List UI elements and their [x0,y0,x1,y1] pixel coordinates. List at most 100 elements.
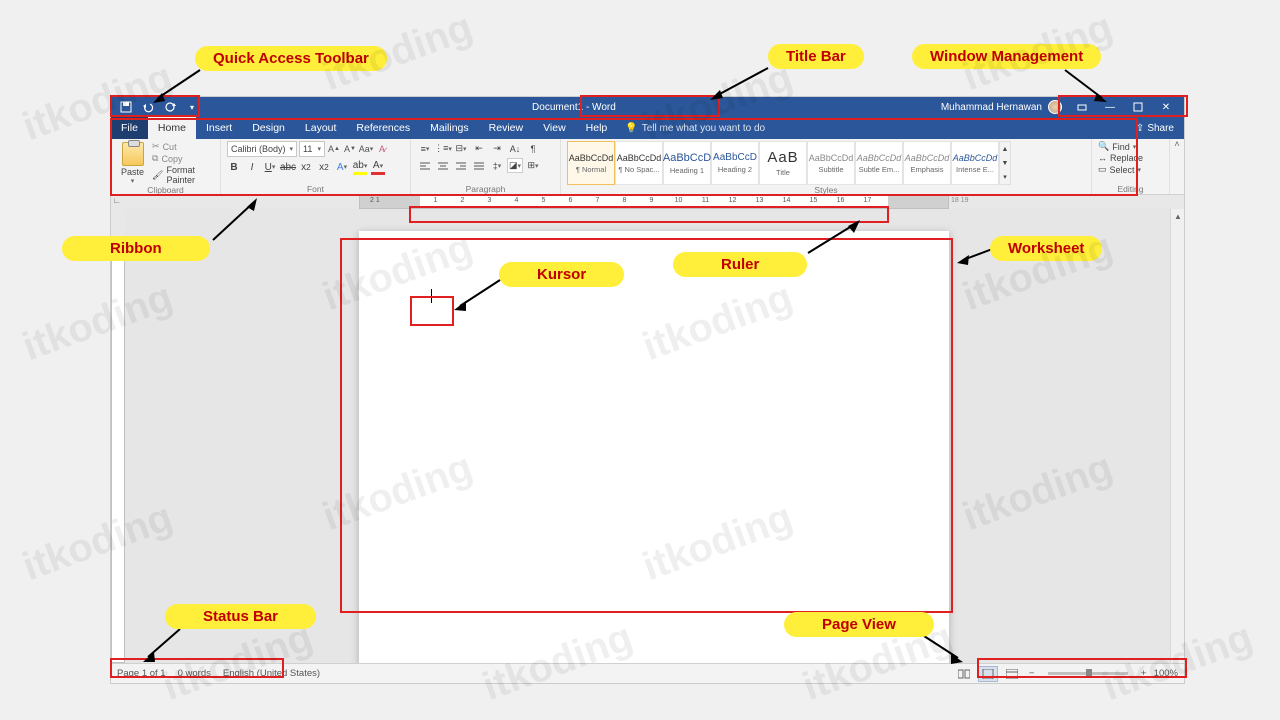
align-right-icon[interactable] [453,158,469,173]
bold-button[interactable]: B [227,159,241,175]
font-size-select[interactable]: 11▾ [299,141,325,157]
paste-button[interactable]: Paste ▾ [117,141,148,185]
line-spacing-icon[interactable]: ‡▾ [489,158,505,173]
copy-button[interactable]: ⧉Copy [152,153,214,164]
format-painter-button[interactable]: 🖌Format Painter [152,165,214,185]
redo-icon[interactable] [163,100,177,114]
underline-button[interactable]: U▾ [263,159,277,175]
maximize-icon[interactable] [1124,97,1152,117]
style-no-spacing[interactable]: AaBbCcDd¶ No Spac... [615,141,663,185]
vertical-ruler[interactable] [111,209,125,663]
style-intense-emphasis[interactable]: AaBbCcDdIntense E... [951,141,999,185]
word-window: ▾ Document1 - Word Muhammad Hernawan ― ✕… [110,96,1185,684]
copy-icon: ⧉ [152,153,158,164]
style-normal[interactable]: AaBbCcDd¶ Normal [567,141,615,185]
increase-indent-icon[interactable]: ⇥ [489,141,505,156]
save-icon[interactable] [119,100,133,114]
tab-insert[interactable]: Insert [196,117,242,139]
read-mode-icon[interactable] [954,666,974,682]
styles-scroll-up-icon[interactable]: ▲ [1000,142,1010,156]
tab-home[interactable]: Home [148,117,196,139]
tab-file[interactable]: File [111,117,148,139]
minimize-icon[interactable]: ― [1096,97,1124,117]
style-heading1[interactable]: AaBbCcDHeading 1 [663,141,711,185]
quick-access-toolbar: ▾ [111,100,207,114]
tab-selector-icon[interactable]: ∟ [113,196,121,205]
change-case-icon[interactable]: Aa▾ [359,141,373,157]
language[interactable]: English (United States) [223,668,320,679]
font-color-icon[interactable]: A▾ [371,159,385,175]
select-button[interactable]: ▭Select▾ [1098,164,1163,175]
zoom-out-icon[interactable]: − [1026,668,1038,679]
zoom-slider[interactable] [1048,672,1128,675]
shrink-font-icon[interactable]: A▼ [343,141,357,157]
style-heading2[interactable]: AaBbCcDHeading 2 [711,141,759,185]
avatar[interactable] [1048,100,1062,114]
tab-references[interactable]: References [346,117,420,139]
bullets-icon[interactable]: ≡▾ [417,141,433,156]
font-name-select[interactable]: Calibri (Body)▾ [227,141,297,157]
undo-icon[interactable] [141,100,155,114]
ribbon-display-icon[interactable] [1068,97,1096,117]
horizontal-ruler[interactable]: 1234567891011121314151617 2 1 [359,195,949,209]
page[interactable] [359,231,949,663]
replace-button[interactable]: ↔Replace [1098,153,1163,163]
styles-gallery[interactable]: AaBbCcDd¶ Normal AaBbCcDd¶ No Spac... Aa… [567,141,1085,185]
web-layout-icon[interactable] [1002,666,1022,682]
select-icon: ▭ [1098,164,1107,175]
justify-icon[interactable] [471,158,487,173]
italic-button[interactable]: I [245,159,259,175]
style-subtle-emphasis[interactable]: AaBbCcDdSubtle Em... [855,141,903,185]
sort-icon[interactable]: A↓ [507,141,523,156]
style-emphasis[interactable]: AaBbCcDdEmphasis [903,141,951,185]
user-name: Muhammad Hernawan [941,102,1042,113]
highlight-icon[interactable]: ab▾ [353,159,367,175]
vertical-scrollbar[interactable]: ▲ [1170,209,1184,663]
collapse-ribbon-icon[interactable]: ˄ [1170,139,1184,194]
borders-icon[interactable]: ⊞▾ [525,158,541,173]
tab-review[interactable]: Review [479,117,533,139]
print-layout-icon[interactable] [978,666,998,682]
scroll-up-icon[interactable]: ▲ [1171,209,1184,223]
styles-more-icon[interactable]: ▾ [1000,170,1010,184]
tab-layout[interactable]: Layout [295,117,347,139]
tab-design[interactable]: Design [242,117,295,139]
cut-button[interactable]: ✂Cut [152,141,214,152]
ruler-overflow: 18 19 [951,197,969,204]
find-button[interactable]: 🔍Find▾ [1098,141,1163,152]
customize-qat-icon[interactable]: ▾ [185,100,199,114]
style-title[interactable]: AaBTitle [759,141,807,185]
superscript-button[interactable]: x2 [317,159,331,175]
tab-help[interactable]: Help [576,117,618,139]
tab-view[interactable]: View [533,117,576,139]
grow-font-icon[interactable]: A▲ [327,141,341,157]
strikethrough-button[interactable]: abc [281,159,295,175]
zoom-level[interactable]: 100% [1154,668,1178,679]
cut-icon: ✂ [152,141,160,152]
decrease-indent-icon[interactable]: ⇤ [471,141,487,156]
status-bar: Page 1 of 1 0 words English (United Stat… [111,663,1184,683]
page-number[interactable]: Page 1 of 1 [117,668,166,679]
style-subtitle[interactable]: AaBbCcDdSubtitle [807,141,855,185]
shading-icon[interactable]: ◪▾ [507,158,523,173]
tell-me-search[interactable]: 💡 Tell me what you want to do [617,117,765,139]
tab-mailings[interactable]: Mailings [420,117,479,139]
clear-format-icon[interactable]: A̷ [375,141,389,157]
text-effects-icon[interactable]: A▾ [335,159,349,175]
zoom-in-icon[interactable]: + [1138,668,1150,679]
close-icon[interactable]: ✕ [1152,97,1180,117]
word-count[interactable]: 0 words [178,668,211,679]
numbering-icon[interactable]: ⋮≡▾ [435,141,451,156]
align-left-icon[interactable] [417,158,433,173]
share-button[interactable]: ⇪ Share [1126,117,1184,139]
group-label-paragraph: Paragraph [417,184,554,194]
callout-qat: Quick Access Toolbar [195,46,387,71]
align-center-icon[interactable] [435,158,451,173]
styles-scroll-down-icon[interactable]: ▼ [1000,156,1010,170]
multilevel-icon[interactable]: ⊟▾ [453,141,469,156]
show-marks-icon[interactable]: ¶ [525,141,541,156]
group-editing: 🔍Find▾ ↔Replace ▭Select▾ Editing [1092,139,1170,194]
document-title: Document1 - Word [207,102,941,113]
subscript-button[interactable]: x2 [299,159,313,175]
group-label-editing: Editing [1098,184,1163,194]
